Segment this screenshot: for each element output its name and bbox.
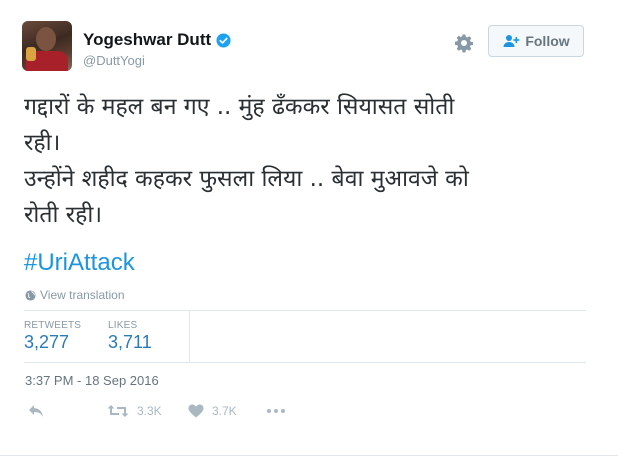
hashtag-link[interactable]: #UriAttack: [24, 249, 135, 277]
likes-stat[interactable]: LIKES 3,711: [108, 320, 152, 353]
retweet-button[interactable]: 3.3K: [107, 404, 162, 418]
retweets-label: RETWEETS: [24, 320, 82, 331]
like-button[interactable]: 3.7K: [188, 404, 237, 418]
likes-count: 3,711: [108, 332, 152, 352]
retweet-count: 3.3K: [137, 404, 162, 418]
user-name-row[interactable]: Yogeshwar Dutt: [83, 30, 231, 50]
view-translation-link[interactable]: View translation: [25, 288, 125, 302]
tweet-timestamp[interactable]: 3:37 PM - 18 Sep 2016: [25, 373, 159, 388]
tweet-actions: 3.3K 3.7K: [0, 402, 618, 424]
view-translation-label: View translation: [40, 288, 125, 302]
retweets-count: 3,277: [24, 332, 70, 352]
bottom-divider: [0, 455, 618, 456]
more-dots-icon: [267, 409, 285, 413]
tweet-line: रोती रही।: [24, 202, 103, 228]
globe-icon: [25, 289, 36, 301]
stats-divider: [189, 311, 190, 362]
tweet-text: गद्दारों के महल बन गए .. मुंह ढँककर सिया…: [24, 89, 584, 233]
add-person-icon: [503, 35, 520, 47]
reply-button[interactable]: [28, 404, 44, 418]
avatar[interactable]: [22, 21, 72, 71]
heart-icon: [188, 404, 204, 418]
avatar-face: [36, 27, 56, 51]
gear-icon[interactable]: [454, 33, 474, 53]
tweet-line: गद्दारों के महल बन गए .. मुंह ढँककर सिया…: [24, 94, 455, 120]
follow-button[interactable]: Follow: [488, 25, 584, 57]
tweet-stats: RETWEETS 3,277 LIKES 3,711: [24, 310, 586, 363]
user-handle[interactable]: @DuttYogi: [83, 53, 145, 68]
tweet-line: रही।: [24, 130, 61, 156]
like-count: 3.7K: [212, 404, 237, 418]
reply-icon: [29, 405, 43, 417]
likes-label: LIKES: [108, 320, 138, 331]
verified-badge-icon: [216, 32, 231, 48]
tweet-line: उन्होंने शहीद कहकर फुसला लिया .. बेवा मु…: [24, 166, 469, 192]
retweet-icon: [107, 405, 129, 417]
follow-button-label: Follow: [525, 33, 570, 49]
more-button[interactable]: [266, 404, 286, 418]
retweets-stat[interactable]: RETWEETS 3,277: [24, 320, 81, 353]
user-name[interactable]: Yogeshwar Dutt: [83, 30, 211, 50]
avatar-medal: [26, 47, 36, 61]
